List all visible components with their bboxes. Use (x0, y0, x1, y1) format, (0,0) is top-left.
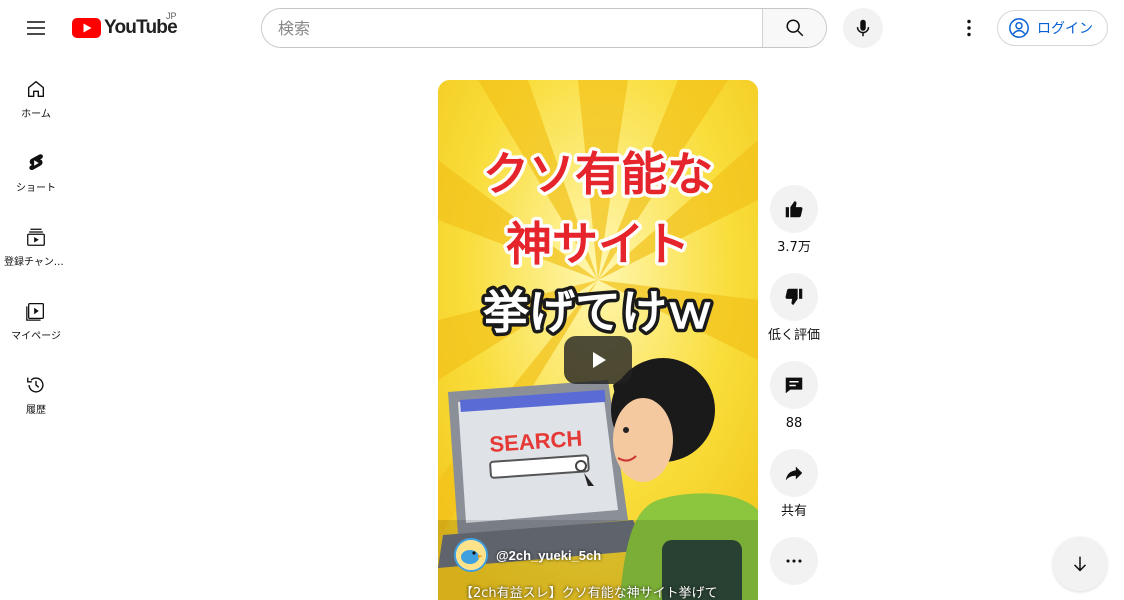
guide-menu-button[interactable] (16, 8, 56, 48)
short-title[interactable]: 【2ch有益スレ】クソ有能な神サイト挙げて (460, 582, 718, 600)
comment-count: 88 (785, 416, 803, 431)
library-icon (26, 303, 44, 321)
thumbnail-headline: クソ有能な 神サイト 挙げてけｗ (480, 144, 717, 341)
dislike-label: 低く評価 (768, 328, 821, 343)
bird-avatar-icon (456, 540, 486, 570)
masthead: YouTube JP ログイン (0, 0, 1124, 56)
comment-icon (785, 377, 803, 394)
share-label: 共有 (780, 504, 807, 519)
sidebar-item-label: マイページ (11, 331, 61, 342)
sidebar-item-subscriptions[interactable]: 登録チャンネル (0, 204, 72, 278)
like-count: 3.7万 (777, 240, 811, 255)
thumbnail-line-3: 挙げてけｗ (483, 285, 713, 339)
sidebar-item-history[interactable]: 履歴 (0, 352, 72, 426)
search-button[interactable] (762, 9, 826, 47)
short-actions: 3.7万 低く評価 88 共有 (768, 185, 821, 593)
play-button[interactable] (564, 336, 632, 384)
thumbs-up-icon (785, 201, 803, 218)
more-horizontal-icon (786, 559, 802, 563)
sidebar-item-shorts[interactable]: ショート (0, 130, 72, 204)
sidebar-item-label: ショート (16, 183, 56, 194)
channel-avatar[interactable] (454, 538, 488, 572)
sidebar-item-label: 登録チャンネル (4, 257, 68, 268)
search-box (261, 8, 827, 48)
shorts-icon (29, 154, 43, 171)
history-icon (27, 377, 44, 393)
thumbnail-line-1: クソ有能な (483, 147, 713, 201)
next-short-button[interactable] (1053, 537, 1107, 591)
voice-search-button[interactable] (843, 8, 883, 48)
thumbs-down-icon (785, 288, 803, 305)
sidebar-item-label: ホーム (21, 109, 51, 120)
account-circle-icon (1009, 18, 1029, 38)
microphone-icon (856, 19, 870, 37)
comments-button[interactable] (770, 361, 818, 409)
channel-info: @2ch_yueki_5ch (454, 538, 601, 572)
thumbnail-line-2: 神サイト (506, 217, 690, 271)
sidebar-item-library[interactable]: マイページ (0, 278, 72, 352)
login-button[interactable]: ログイン (997, 10, 1108, 46)
subscriptions-icon (27, 228, 45, 246)
share-button[interactable] (770, 449, 818, 497)
youtube-play-logo-icon (72, 18, 101, 38)
settings-more-button[interactable] (949, 8, 989, 48)
sidebar-item-home[interactable]: ホーム (0, 56, 72, 130)
more-vertical-icon (967, 19, 971, 37)
dislike-button[interactable] (770, 273, 818, 321)
like-button[interactable] (770, 185, 818, 233)
login-label: ログイン (1037, 21, 1093, 37)
play-icon (593, 352, 606, 368)
search-icon (785, 19, 803, 37)
channel-handle[interactable]: @2ch_yueki_5ch (496, 548, 601, 563)
search-input[interactable] (262, 9, 762, 47)
home-icon (27, 80, 45, 98)
hamburger-menu-icon (27, 21, 45, 35)
country-code: JP (166, 11, 177, 21)
more-actions-button[interactable] (770, 537, 818, 585)
youtube-logo[interactable]: YouTube (72, 17, 178, 39)
short-video-player[interactable]: SEARCH クソ有能な 神サイト 挙げてけｗ @2ch_yueki_5ch 【… (438, 80, 758, 600)
arrow-down-icon (1073, 556, 1087, 572)
share-icon (785, 466, 803, 481)
mini-guide: ホーム ショート 登録チャンネル マイページ 履歴 (0, 56, 72, 426)
sidebar-item-label: 履歴 (26, 405, 46, 416)
